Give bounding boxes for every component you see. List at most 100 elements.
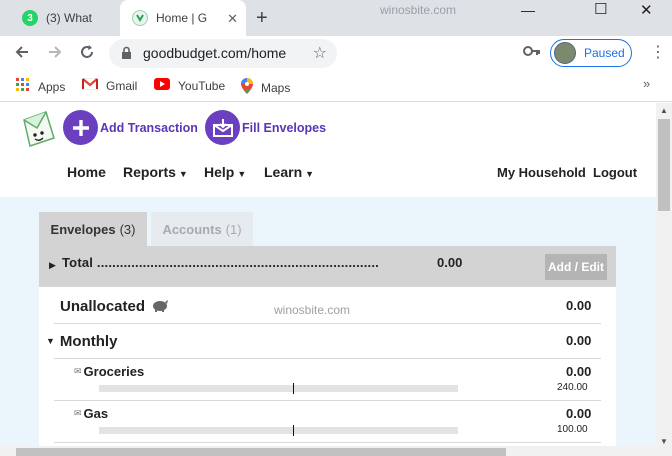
envelope-budget: 100.00: [557, 424, 588, 435]
envelope-balance: 0.00: [566, 364, 592, 379]
nav-reports[interactable]: Reports ▼: [123, 164, 188, 180]
nav-learn[interactable]: Learn ▼: [264, 164, 314, 180]
watermark: winosbite.com: [274, 303, 351, 317]
avatar: [554, 42, 576, 64]
close-window-button[interactable]: ✕: [640, 1, 653, 19]
nav-my-household[interactable]: My Household: [497, 165, 586, 180]
profile-status: Paused: [584, 46, 625, 60]
nav-home-label: Home: [67, 164, 106, 180]
goodbudget-page: Add Transaction Fill Envelopes Home Repo…: [0, 103, 656, 446]
piggy-bank-icon: [151, 299, 169, 316]
scroll-down-arrow-icon[interactable]: ▼: [660, 437, 668, 446]
caret-down-icon: ▼: [305, 169, 315, 179]
key-icon[interactable]: [523, 44, 541, 60]
browser-menu-icon[interactable]: ⋮: [650, 42, 666, 62]
horizontal-scrollbar[interactable]: [0, 446, 672, 456]
envelopes-content: Envelopes (3) Accounts (1) ▶ Total .......…: [0, 197, 656, 446]
vertical-scrollbar[interactable]: ▲ ▼: [656, 103, 672, 446]
close-tab-icon[interactable]: ✕: [227, 11, 238, 27]
plus-icon: [63, 110, 98, 145]
divider: [54, 442, 601, 443]
bookmark-label: Gmail: [106, 78, 138, 93]
bookmark-label: YouTube: [178, 78, 226, 93]
monthly-value: 0.00: [566, 333, 592, 348]
total-value: 0.00: [437, 255, 463, 270]
minimize-button[interactable]: —: [521, 2, 535, 18]
bookmark-maps[interactable]: Maps: [241, 78, 290, 97]
collapse-triangle-icon[interactable]: ▼: [46, 336, 55, 346]
bookmark-star-icon[interactable]: ☆: [313, 43, 327, 63]
envelope-name: Groceries: [83, 364, 145, 379]
envelope-name: Gas: [83, 406, 109, 421]
envelope-small-icon: ✉: [74, 408, 82, 418]
tab-title: Home | G: [156, 11, 208, 25]
nav-home[interactable]: Home: [67, 164, 106, 180]
maps-pin-icon: [241, 78, 253, 97]
add-transaction-label: Add Transaction: [100, 120, 198, 135]
divider: [54, 400, 601, 401]
scrollbar-thumb[interactable]: [16, 448, 506, 456]
tab-envelopes[interactable]: Envelopes (3): [39, 212, 147, 247]
divider: [54, 358, 601, 359]
add-edit-button[interactable]: Add / Edit: [545, 254, 607, 280]
divider: [54, 323, 601, 324]
browser-tab-strip: 3 (3) What Home | G ✕ + winosbite.com — …: [0, 0, 672, 36]
bookmark-youtube[interactable]: YouTube: [154, 78, 225, 93]
envelope-groceries[interactable]: ✉ Groceries: [74, 364, 144, 379]
back-button[interactable]: [14, 44, 30, 65]
progress-marker: [292, 425, 294, 436]
unallocated-text: Unallocated: [60, 298, 146, 315]
forward-button[interactable]: [47, 44, 63, 65]
caret-down-icon: ▼: [178, 169, 188, 179]
nav-help[interactable]: Help ▼: [204, 164, 246, 180]
unallocated-value: 0.00: [566, 298, 592, 313]
total-row[interactable]: ▶ Total ................................…: [39, 246, 616, 287]
tab-envelopes-label: Envelopes: [50, 222, 116, 237]
monthly-text: Monthly: [59, 333, 118, 350]
tab-goodbudget[interactable]: Home | G ✕: [120, 0, 246, 36]
envelopes-panel: ▶ Total ................................…: [39, 246, 616, 446]
profile-button[interactable]: Paused: [550, 39, 632, 67]
bookmark-label: Maps: [261, 80, 291, 95]
url-text: goodbudget.com/home: [143, 45, 287, 61]
more-bookmarks-icon[interactable]: »: [643, 76, 650, 91]
new-tab-button[interactable]: +: [256, 7, 268, 30]
envelope-balance: 0.00: [566, 406, 592, 421]
bookmark-label: Apps: [38, 79, 66, 94]
monthly-group-label[interactable]: ▼ Monthly: [46, 333, 117, 350]
tab-accounts-label: Accounts: [162, 222, 222, 237]
nav-logout[interactable]: Logout: [593, 165, 637, 180]
bookmark-apps[interactable]: Apps: [16, 78, 65, 95]
maximize-button[interactable]: ☐: [594, 0, 607, 18]
nav-reports-label: Reports: [123, 164, 176, 180]
fill-envelopes-label: Fill Envelopes: [242, 120, 327, 135]
total-label: Total ..................................…: [62, 255, 379, 270]
envelope-icon: [205, 110, 240, 145]
goodbudget-logo[interactable]: [20, 108, 58, 155]
watermark: winosbite.com: [380, 3, 457, 17]
expand-triangle-icon[interactable]: ▶: [49, 260, 56, 271]
lock-icon: [121, 46, 132, 65]
browser-toolbar: goodbudget.com/home ☆ Paused ⋮: [0, 36, 672, 70]
tab-accounts-count: (1): [225, 222, 242, 237]
envelope-progress-bar: [99, 425, 458, 436]
add-transaction-button[interactable]: Add Transaction: [63, 110, 198, 145]
tab-envelopes-count: (3): [119, 222, 136, 237]
scrollbar-thumb[interactable]: [658, 119, 670, 211]
reload-button[interactable]: [79, 44, 95, 65]
progress-marker: [292, 383, 294, 394]
bookmark-gmail[interactable]: Gmail: [81, 77, 138, 93]
youtube-icon: [154, 78, 170, 93]
envelope-progress-bar: [99, 383, 458, 394]
address-bar[interactable]: goodbudget.com/home ☆: [109, 39, 337, 68]
scroll-up-arrow-icon[interactable]: ▲: [660, 106, 668, 115]
fill-envelopes-button[interactable]: Fill Envelopes: [205, 110, 326, 145]
tab-accounts[interactable]: Accounts (1): [151, 212, 253, 247]
tab-title: (3) What: [46, 11, 93, 25]
caret-down-icon: ▼: [237, 169, 247, 179]
unallocated-label[interactable]: Unallocated: [60, 298, 169, 316]
envelope-small-icon: ✉: [74, 366, 82, 376]
tab-whatsapp[interactable]: 3 (3) What: [8, 0, 120, 36]
envelope-gas[interactable]: ✉ Gas: [74, 406, 108, 421]
whatsapp-icon: 3: [22, 10, 38, 26]
